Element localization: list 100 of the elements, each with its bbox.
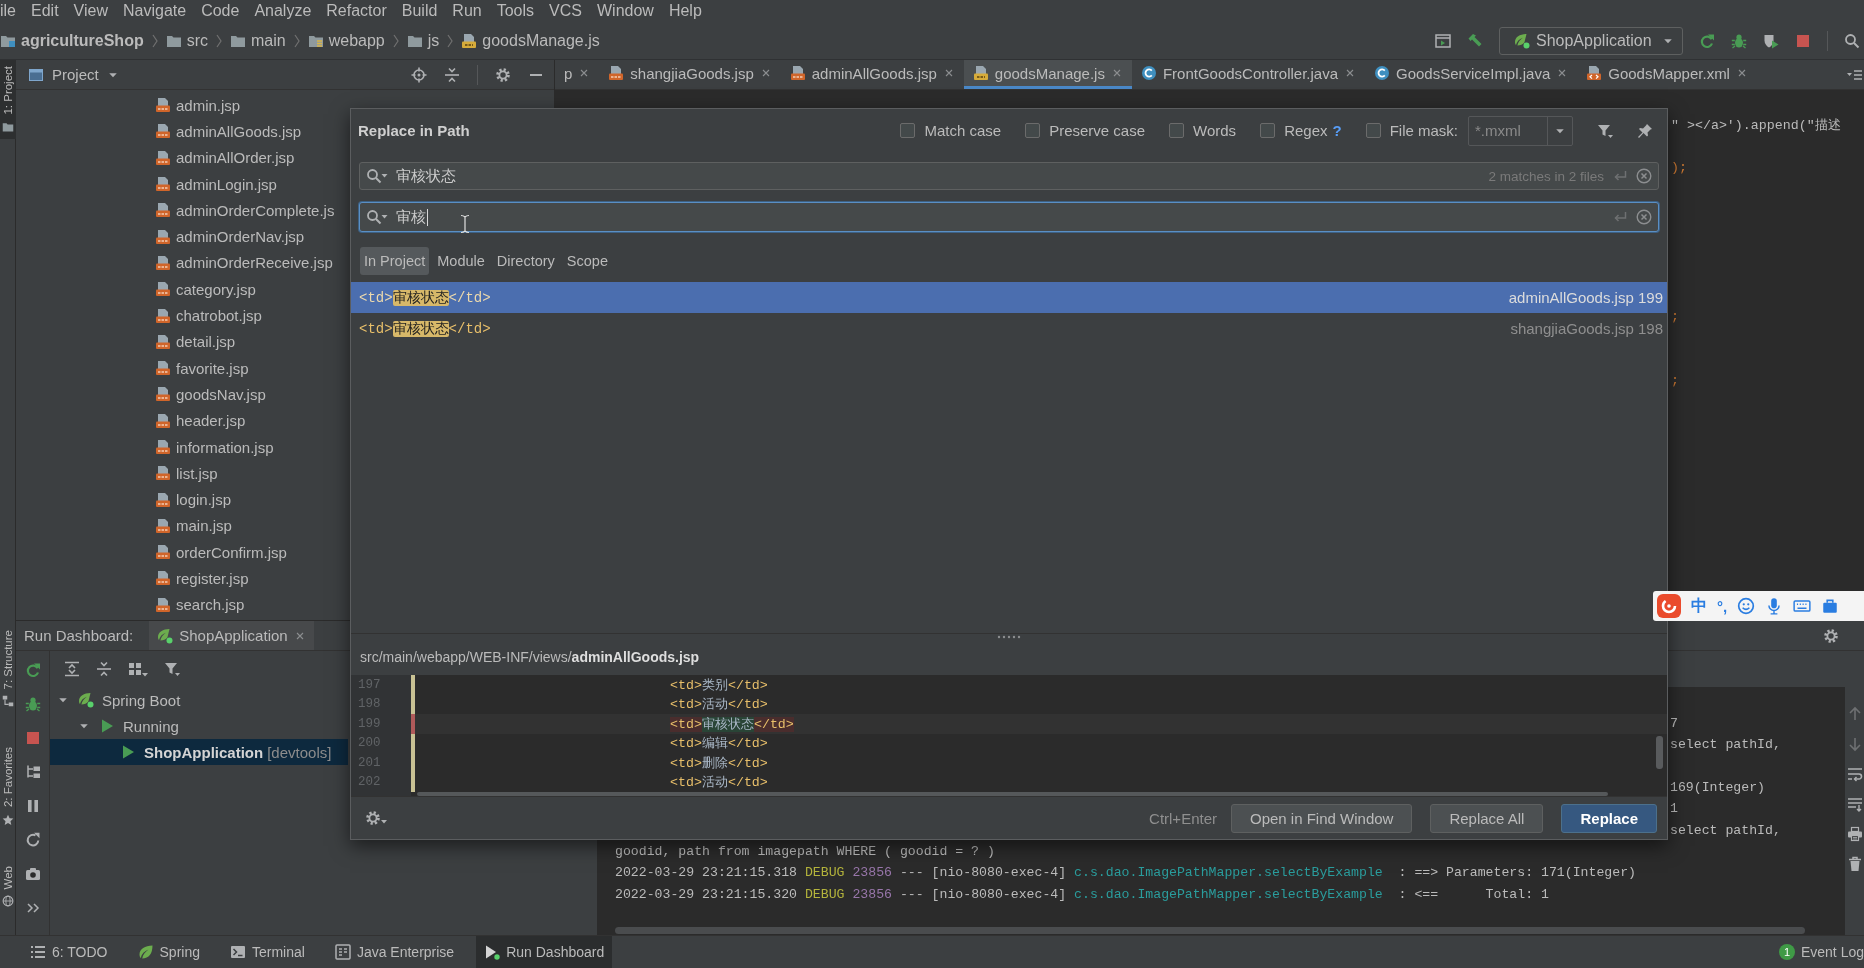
tree-item[interactable]: Running bbox=[50, 713, 348, 739]
tool-window-tab[interactable]: Web bbox=[0, 859, 16, 913]
tool-window-tab[interactable]: 2: Favorites bbox=[0, 741, 16, 832]
file-item[interactable]: information.jsp bbox=[155, 433, 274, 461]
file-item[interactable]: goodsNav.jsp bbox=[155, 381, 266, 408]
checkbox-label[interactable]: Regex bbox=[1284, 122, 1328, 139]
editor-tab[interactable]: adminAllGoods.jsp bbox=[780, 60, 964, 89]
file-item[interactable]: orderConfirm.jsp bbox=[155, 539, 287, 566]
tool-window-tab[interactable]: 6: TODO bbox=[22, 936, 116, 968]
rerun-icon[interactable] bbox=[24, 662, 41, 678]
editor-tab[interactable]: FrontGoodsController.java bbox=[1131, 60, 1365, 89]
tool-window-tab[interactable]: Spring bbox=[129, 936, 208, 968]
file-item[interactable]: adminAllOrder.jsp bbox=[155, 144, 295, 171]
tool-window-tab[interactable]: 1: Project bbox=[0, 60, 16, 139]
rerun-icon[interactable] bbox=[1699, 32, 1715, 49]
checkbox[interactable] bbox=[1025, 123, 1041, 138]
trash-icon[interactable] bbox=[1846, 856, 1863, 872]
hammer-icon[interactable] bbox=[1467, 32, 1483, 49]
input-mode-toggle[interactable]: 中 bbox=[1691, 595, 1707, 617]
group-icon[interactable] bbox=[128, 661, 148, 677]
breadcrumb-item[interactable]: webapp bbox=[307, 31, 385, 50]
file-item[interactable]: header.jsp bbox=[155, 407, 246, 434]
dialog-button[interactable]: Replace All bbox=[1430, 803, 1544, 833]
bug-icon[interactable] bbox=[24, 696, 41, 712]
smiley-icon[interactable] bbox=[1737, 597, 1756, 615]
editor-tab[interactable]: shangjiaGoods.jsp bbox=[599, 60, 781, 89]
menu-item[interactable]: View bbox=[73, 2, 108, 20]
menu-item[interactable]: VCS bbox=[549, 2, 582, 20]
grip-icon[interactable] bbox=[997, 634, 1021, 639]
ime-logo-icon[interactable] bbox=[1657, 594, 1681, 618]
checkbox[interactable] bbox=[900, 123, 916, 138]
checkbox[interactable] bbox=[1260, 123, 1276, 138]
soft-wrap-icon[interactable] bbox=[1846, 766, 1863, 782]
menu-item[interactable]: Code bbox=[201, 2, 240, 20]
menu-item[interactable]: Window bbox=[597, 2, 654, 20]
breadcrumb-item[interactable]: agricultureShop bbox=[0, 31, 144, 50]
file-item[interactable]: list.jsp bbox=[155, 460, 218, 487]
breadcrumb-item[interactable]: main bbox=[230, 31, 286, 50]
search-history-icon[interactable] bbox=[366, 168, 388, 184]
file-item[interactable]: adminOrderReceive.jsp bbox=[155, 249, 333, 277]
editor-tab[interactable]: p bbox=[555, 60, 600, 89]
collapse-all-icon[interactable] bbox=[444, 66, 460, 83]
tool-window-tab[interactable]: 7: Structure bbox=[0, 624, 16, 714]
refresh-icon[interactable] bbox=[24, 832, 41, 848]
tool-window-tab[interactable]: Terminal bbox=[222, 936, 313, 968]
search-history-icon[interactable] bbox=[366, 209, 388, 225]
editor-tab[interactable]: goodsManage.js bbox=[963, 60, 1132, 89]
filter-icon[interactable] bbox=[1597, 122, 1613, 139]
printer-icon[interactable] bbox=[1846, 826, 1863, 842]
breadcrumb-item[interactable]: js bbox=[406, 31, 440, 50]
filter-icon[interactable] bbox=[164, 661, 180, 677]
menu-item[interactable]: Navigate bbox=[123, 2, 187, 20]
file-item[interactable]: chatrobot.jsp bbox=[155, 302, 262, 329]
file-item[interactable]: category.jsp bbox=[155, 276, 256, 303]
shield-play-icon[interactable] bbox=[1763, 32, 1779, 49]
camera-icon[interactable] bbox=[24, 866, 41, 882]
run-window-icon[interactable] bbox=[1435, 32, 1451, 49]
file-item[interactable]: adminAllGoods.jsp bbox=[155, 118, 302, 145]
checkbox[interactable] bbox=[1169, 123, 1185, 138]
event-log-button[interactable]: 1 Event Log bbox=[1778, 936, 1864, 968]
menu-item[interactable]: Refactor bbox=[326, 2, 387, 20]
tool-window-tab[interactable]: Java Enterprise bbox=[326, 936, 463, 968]
breadcrumb-item[interactable]: goodsManage.js bbox=[461, 31, 600, 50]
clear-icon[interactable] bbox=[1636, 168, 1652, 184]
menu-item[interactable]: Tools bbox=[496, 2, 535, 20]
file-item[interactable]: adminOrderNav.jsp bbox=[155, 223, 305, 250]
checkbox-label[interactable]: Preserve case bbox=[1049, 122, 1146, 139]
down-arrow-icon[interactable] bbox=[1846, 736, 1863, 752]
scope-tab[interactable]: In Project bbox=[360, 247, 430, 275]
file-item[interactable]: main.jsp bbox=[155, 512, 232, 540]
checkbox-label[interactable]: File mask: bbox=[1389, 122, 1458, 139]
menu-item[interactable]: Edit bbox=[31, 2, 59, 20]
tree-item[interactable]: Spring Boot bbox=[50, 687, 348, 713]
file-item[interactable]: register.jsp bbox=[155, 565, 249, 592]
stop-icon[interactable] bbox=[24, 730, 41, 746]
file-item[interactable]: detail.jsp bbox=[155, 328, 236, 355]
checkbox-label[interactable]: Words bbox=[1193, 122, 1237, 139]
expand-all-icon[interactable] bbox=[64, 661, 80, 677]
view-selector[interactable]: Project bbox=[28, 66, 119, 83]
keyboard-icon[interactable] bbox=[1793, 597, 1812, 615]
collapse-all-icon[interactable] bbox=[96, 661, 112, 677]
editor-tab[interactable]: GoodsMapper.xml bbox=[1577, 60, 1757, 89]
vertical-scrollbar[interactable] bbox=[1656, 736, 1663, 769]
file-item[interactable]: login.jsp bbox=[155, 486, 232, 513]
punctuation-toggle[interactable]: °, bbox=[1717, 597, 1728, 615]
tool-window-tab[interactable]: Run Dashboard bbox=[476, 936, 613, 968]
help-link[interactable]: ? bbox=[1332, 122, 1342, 139]
gear-icon[interactable] bbox=[1823, 627, 1839, 644]
bug-icon[interactable] bbox=[1731, 32, 1747, 49]
tree-item[interactable]: ShopApplication [devtools] bbox=[50, 739, 348, 765]
checkbox[interactable] bbox=[1365, 123, 1381, 138]
menu-item[interactable]: ile bbox=[0, 2, 16, 20]
menu-item[interactable]: Analyze bbox=[254, 2, 312, 20]
scope-tab[interactable]: Scope bbox=[562, 247, 612, 275]
scope-tab[interactable]: Directory bbox=[492, 247, 559, 275]
run-configuration-dropdown[interactable]: ShopApplication bbox=[1499, 26, 1683, 55]
stop-icon[interactable] bbox=[1795, 32, 1811, 49]
scope-tab[interactable]: Module bbox=[433, 247, 489, 275]
menu-item[interactable]: Run bbox=[452, 2, 482, 20]
tree-group-icon[interactable] bbox=[24, 764, 41, 780]
